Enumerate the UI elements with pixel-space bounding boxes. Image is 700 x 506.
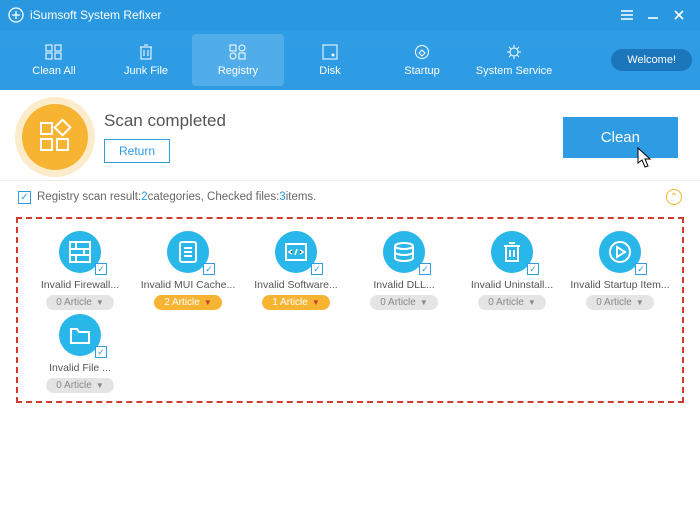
nav-disk[interactable]: Disk [284,34,376,86]
titlebar: iSumsoft System Refixer [0,0,700,30]
nav-label: System Service [476,65,552,77]
category-label: Invalid Firewall... [41,279,119,291]
collapse-toggle[interactable]: ⌃ [666,189,682,205]
chevron-down-icon: ▼ [204,298,212,307]
result-text-mid: categories, Checked files: [148,191,280,203]
scan-title: Scan completed [104,111,226,131]
scan-header: Scan completed Return Clean [0,90,700,181]
category-label: Invalid Startup Item... [570,279,669,291]
disk-icon [322,43,338,61]
app-title: iSumsoft System Refixer [30,8,161,22]
category-label: Invalid DLL... [373,279,434,291]
pill-text: 0 Article [596,297,632,308]
category-cell: ✓ Invalid Startup Item... 0 Article ▼ [566,231,674,310]
chevron-down-icon: ▼ [96,298,104,307]
pill-text: 0 Article [380,297,416,308]
system-service-icon [506,43,522,61]
registry-icon [229,43,247,61]
article-count-pill[interactable]: 0 Article ▼ [586,295,654,310]
category-checkbox[interactable]: ✓ [527,263,539,275]
clean-button-label: Clean [601,129,640,146]
category-checkbox[interactable]: ✓ [95,263,107,275]
category-label: Invalid File ... [49,362,111,374]
result-summary: ✓ Registry scan result: 2 categories, Ch… [0,181,700,213]
chevron-down-icon: ▼ [312,298,320,307]
pill-text: 0 Article [56,297,92,308]
navbar: Clean All Junk File Registry Disk Startu… [0,30,700,90]
article-count-pill[interactable]: 1 Article ▼ [262,295,330,310]
category-cell: ✓ Invalid Firewall... 0 Article ▼ [26,231,134,310]
nav-label: Registry [218,65,258,77]
nav-label: Junk File [124,65,168,77]
nav-clean-all[interactable]: Clean All [8,34,100,86]
nav-label: Disk [319,65,340,77]
cursor-icon [634,146,656,172]
category-checkbox[interactable]: ✓ [203,263,215,275]
junk-file-icon [139,43,153,61]
article-count-pill[interactable]: 0 Article ▼ [478,295,546,310]
category-label: Invalid Software... [254,279,337,291]
nav-system-service[interactable]: System Service [468,34,560,86]
article-count-pill[interactable]: 0 Article ▼ [370,295,438,310]
category-checkbox[interactable]: ✓ [419,263,431,275]
nav-label: Startup [404,65,439,77]
clean-button[interactable]: Clean [563,117,678,158]
result-text-prefix: Registry scan result: [37,191,141,203]
article-count-pill[interactable]: 0 Article ▼ [46,378,114,393]
results-highlight-box: ✓ Invalid Firewall... 0 Article ▼ ✓ Invalid M… [16,217,684,403]
result-text-suffix: items. [286,191,317,203]
category-label: Invalid Uninstall... [471,279,553,291]
return-button[interactable]: Return [104,139,170,163]
app-logo-icon [8,7,24,23]
category-grid: ✓ Invalid Firewall... 0 Article ▼ ✓ Invalid M… [26,231,674,393]
category-cell: ✓ Invalid Software... 1 Article ▼ [242,231,350,310]
article-count-pill[interactable]: 0 Article ▼ [46,295,114,310]
category-label: Invalid MUI Cache... [141,279,236,291]
minimize-button[interactable] [640,5,666,25]
category-checkbox[interactable]: ✓ [635,263,647,275]
close-button[interactable] [666,5,692,25]
welcome-badge[interactable]: Welcome! [611,49,692,71]
nav-label: Clean All [32,65,75,77]
category-cell: ✓ Invalid DLL... 0 Article ▼ [350,231,458,310]
startup-icon [414,43,430,61]
category-cell: ✓ Invalid MUI Cache... 2 Article ▼ [134,231,242,310]
pill-text: 2 Article [164,297,200,308]
pill-text: 0 Article [56,380,92,391]
chevron-down-icon: ▼ [96,381,104,390]
scan-status-icon [22,104,88,170]
result-checkbox[interactable]: ✓ [18,191,31,204]
article-count-pill[interactable]: 2 Article ▼ [154,295,222,310]
menu-button[interactable] [614,5,640,25]
chevron-down-icon: ▼ [636,298,644,307]
chevron-down-icon: ▼ [420,298,428,307]
nav-startup[interactable]: Startup [376,34,468,86]
category-checkbox[interactable]: ✓ [95,346,107,358]
nav-registry[interactable]: Registry [192,34,284,86]
category-cell: ✓ Invalid File ... 0 Article ▼ [26,314,134,393]
chevron-down-icon: ▼ [528,298,536,307]
pill-text: 0 Article [488,297,524,308]
category-checkbox[interactable]: ✓ [311,263,323,275]
pill-text: 1 Article [272,297,308,308]
category-cell: ✓ Invalid Uninstall... 0 Article ▼ [458,231,566,310]
nav-junk-file[interactable]: Junk File [100,34,192,86]
clean-all-icon [45,43,63,61]
